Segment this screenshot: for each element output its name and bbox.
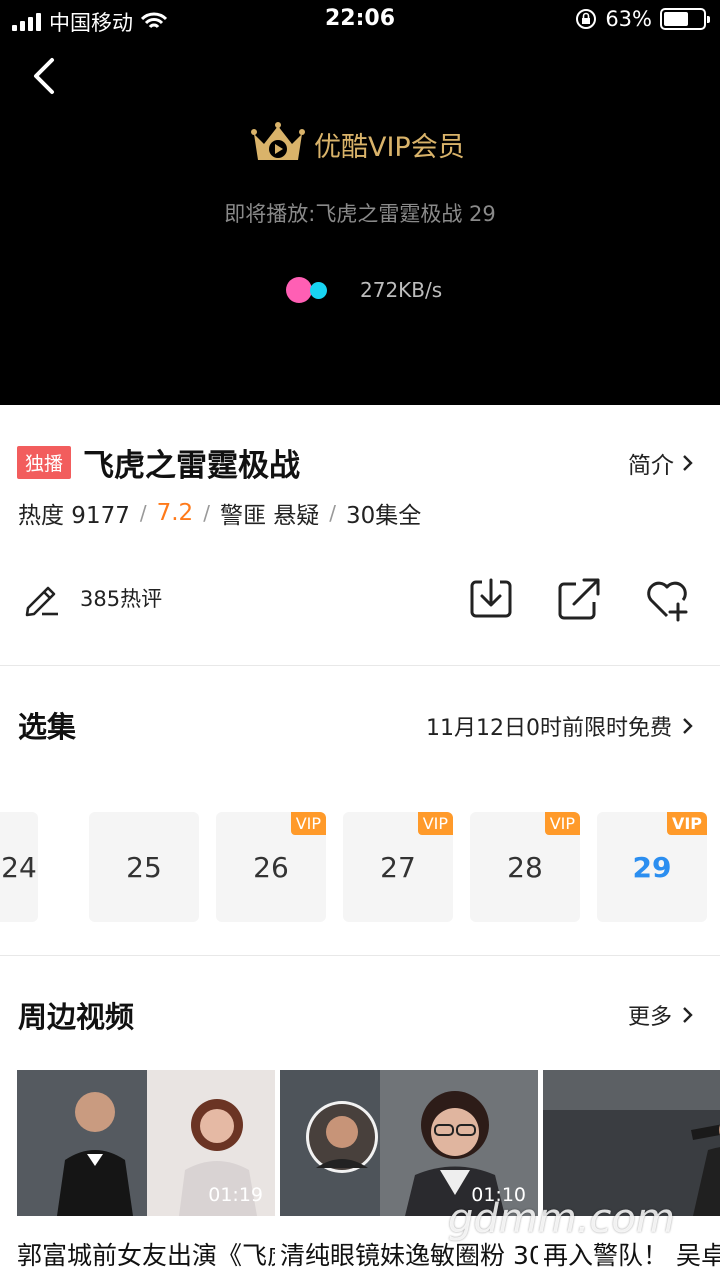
heat-value: 热度 9177	[18, 503, 130, 529]
video-player[interactable]: 中国移动 22:06 63% 优酷VIP会员 即将播放:飞虎之雷霆极战 29 2…	[0, 0, 720, 405]
vip-brand-label: 优酷VIP会员	[314, 131, 465, 163]
episode-count: 30集全	[346, 503, 422, 529]
divider	[0, 665, 720, 666]
episode-number: 24	[1, 850, 37, 884]
show-meta: 热度 9177 / 7.2 / 警匪 悬疑 / 30集全	[18, 496, 421, 530]
episode-number: 27	[380, 850, 416, 884]
intro-label: 简介	[628, 453, 674, 479]
intro-link[interactable]: 简介	[628, 446, 694, 480]
comment-count: 385热评	[80, 587, 163, 611]
watermark: gdmm.com	[448, 1196, 675, 1242]
episode-item[interactable]: 25	[89, 812, 199, 922]
video-thumbnail	[543, 1070, 720, 1216]
back-arrow-icon[interactable]	[26, 56, 66, 96]
vip-brand: 优酷VIP会员	[250, 122, 465, 166]
crown-logo-icon	[251, 122, 305, 160]
status-bar: 中国移动 22:06 63%	[0, 0, 720, 40]
episode-item-current[interactable]: 29 VIP	[597, 812, 707, 922]
episode-item[interactable]: 24	[0, 812, 38, 922]
chevron-right-icon	[683, 455, 693, 471]
video-card[interactable]: 01:19 郭富城前女友出演《飞虎之雷霆极	[17, 1070, 275, 1272]
divider	[0, 955, 720, 956]
rotation-lock-icon	[576, 9, 597, 29]
loading-dot-blue	[310, 281, 327, 299]
related-video-list: 01:19 郭富城前女友出演《飞虎之雷霆极 01:10 清纯眼镜妹逸敏圈粉 30…	[0, 1070, 720, 1280]
episode-number: 26	[253, 850, 289, 884]
show-title: 飞虎之雷霆极战	[83, 448, 301, 484]
episode-list: 24 25 26 VIP 27 VIP 28 VIP 29 VIP	[0, 812, 720, 922]
more-label: 更多	[627, 1005, 672, 1030]
episodes-title: 选集	[18, 710, 77, 744]
vip-tag: VIP	[544, 812, 580, 835]
episode-number: 29	[632, 850, 672, 884]
battery-percent: 63%	[605, 7, 652, 31]
thumbnail-image	[543, 1070, 720, 1216]
separator: /	[203, 501, 210, 525]
exclusive-badge: 独播	[17, 446, 72, 479]
chevron-right-icon	[683, 1007, 693, 1023]
video-duration: 01:19	[208, 1184, 263, 1206]
video-thumbnail: 01:10	[280, 1070, 538, 1216]
favorite-add-icon[interactable]	[644, 576, 690, 622]
loading-dot-pink	[286, 277, 312, 303]
video-title: 郭富城前女友出演《飞虎之雷霆极	[17, 1241, 275, 1270]
separator: /	[329, 501, 336, 525]
pencil-icon	[25, 586, 58, 617]
episode-item[interactable]: 27 VIP	[343, 812, 453, 922]
episode-number: 28	[507, 850, 543, 884]
comment-button[interactable]: 385热评	[22, 578, 162, 618]
related-title: 周边视频	[18, 1000, 135, 1034]
vip-tag: VIP	[666, 812, 707, 835]
loading-indicator	[286, 277, 327, 303]
share-icon[interactable]	[556, 576, 602, 622]
video-thumbnail: 01:19	[17, 1070, 275, 1216]
action-bar: 385热评	[0, 570, 720, 630]
download-speed: 272KB/s	[360, 278, 443, 302]
more-link[interactable]: 更多	[628, 999, 694, 1031]
separator: /	[139, 501, 147, 525]
title-row: 独播 飞虎之雷霆极战	[17, 440, 300, 485]
download-icon[interactable]	[468, 576, 514, 622]
episode-item[interactable]: 26 VIP	[216, 812, 326, 922]
episode-number: 25	[126, 850, 162, 884]
episodes-notice-link[interactable]: 11月12日0时前限时免费	[426, 710, 694, 742]
battery-icon	[660, 8, 710, 30]
vip-tag: VIP	[290, 812, 326, 835]
episode-item[interactable]: 28 VIP	[470, 812, 580, 922]
genre-tags: 警匪 悬疑	[219, 503, 320, 529]
score-value: 7.2	[156, 500, 194, 526]
vip-tag: VIP	[417, 812, 453, 835]
up-next-text: 即将播放:飞虎之雷霆极战 29	[224, 202, 496, 226]
episodes-notice: 11月12日0时前限时免费	[426, 716, 672, 741]
chevron-right-icon	[683, 718, 693, 734]
